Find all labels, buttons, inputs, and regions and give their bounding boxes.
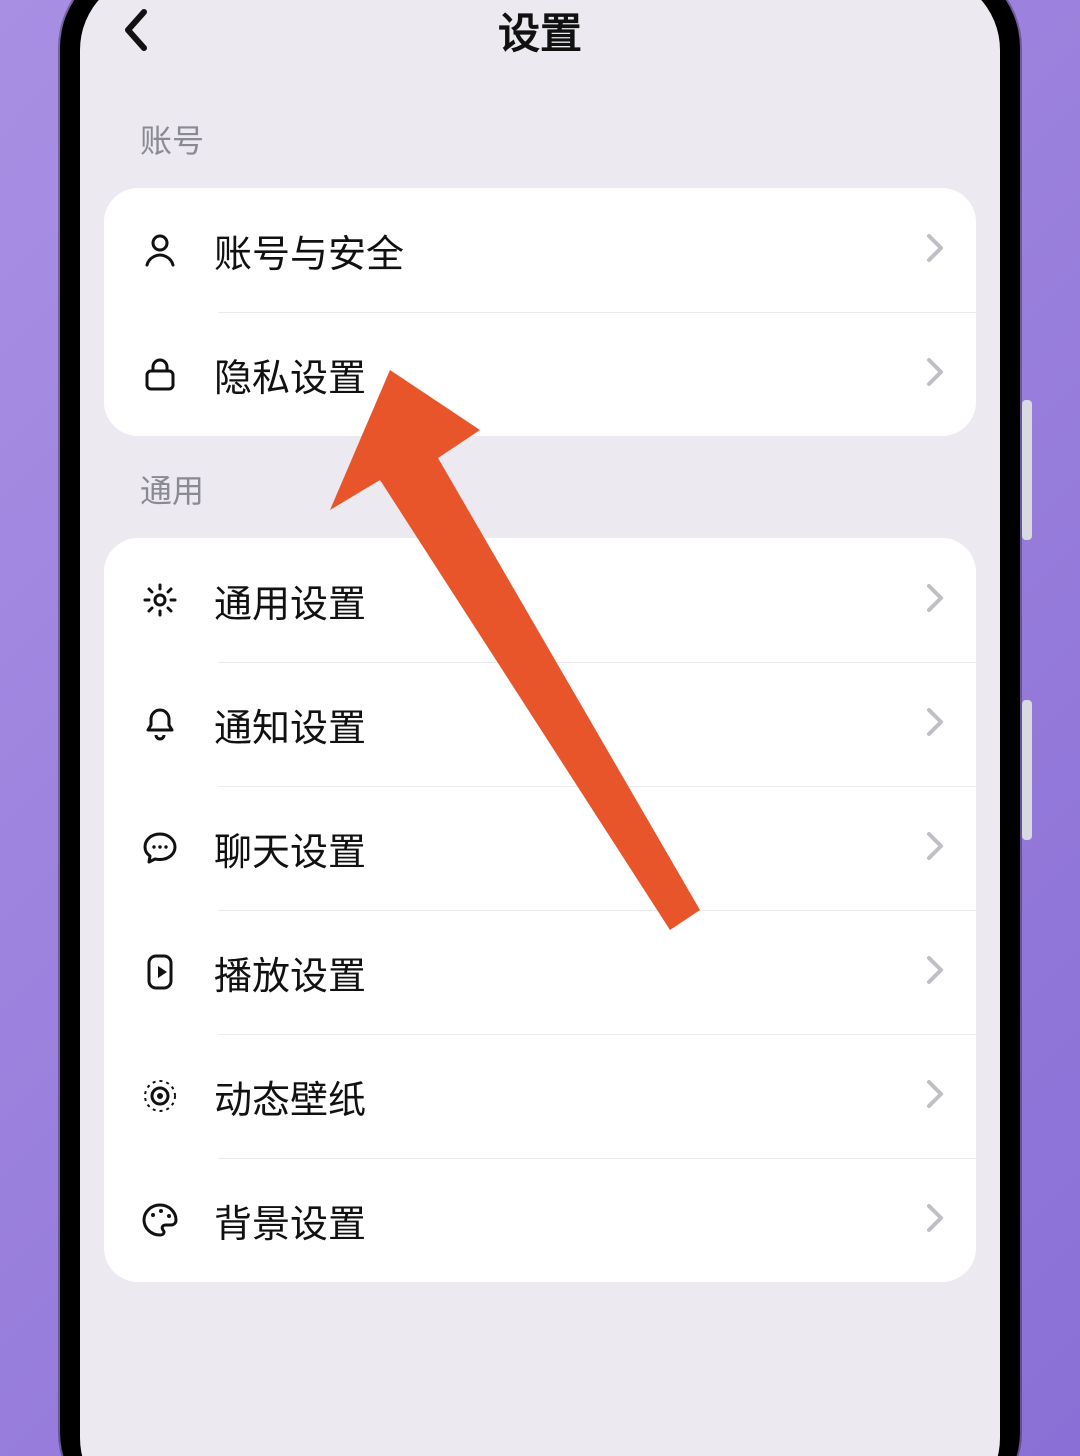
section-label-account: 账号 (80, 86, 1000, 188)
section-label-general: 通用 (80, 436, 1000, 538)
row-background-settings[interactable]: 背景设置 (104, 1158, 976, 1282)
chevron-right-icon (926, 1079, 944, 1114)
row-privacy-settings[interactable]: 隐私设置 (104, 312, 976, 436)
row-label: 播放设置 (214, 945, 926, 1000)
chevron-left-icon (122, 8, 150, 52)
header: 设置 (80, 0, 1000, 86)
chevron-right-icon (926, 707, 944, 742)
device-icon (140, 952, 180, 992)
row-account-security[interactable]: 账号与安全 (104, 188, 976, 312)
gear-icon (140, 580, 180, 620)
chevron-right-icon (926, 233, 944, 268)
chevron-right-icon (926, 1203, 944, 1238)
phone-side-button (1022, 400, 1032, 540)
section-card-general: 通用设置 通知设置 聊天设置 (104, 538, 976, 1282)
row-notification-settings[interactable]: 通知设置 (104, 662, 976, 786)
row-label: 账号与安全 (214, 223, 926, 278)
person-icon (140, 230, 180, 270)
section-card-account: 账号与安全 隐私设置 (104, 188, 976, 436)
screen: 设置 账号 账号与安全 隐私设置 (80, 0, 1000, 1456)
row-label: 动态壁纸 (214, 1069, 926, 1124)
chevron-right-icon (926, 831, 944, 866)
chat-icon (140, 828, 180, 868)
row-label: 聊天设置 (214, 821, 926, 876)
wallpaper: 设置 账号 账号与安全 隐私设置 (0, 0, 1080, 1456)
row-label: 通用设置 (214, 573, 926, 628)
row-chat-settings[interactable]: 聊天设置 (104, 786, 976, 910)
page-title: 设置 (498, 0, 582, 61)
chevron-right-icon (926, 357, 944, 392)
chevron-right-icon (926, 955, 944, 990)
row-label: 通知设置 (214, 697, 926, 752)
chevron-right-icon (926, 583, 944, 618)
target-icon (140, 1076, 180, 1116)
back-button[interactable] (114, 8, 158, 52)
phone-side-button (1022, 700, 1032, 840)
row-playback-settings[interactable]: 播放设置 (104, 910, 976, 1034)
palette-icon (140, 1200, 180, 1240)
bell-icon (140, 704, 180, 744)
row-general-settings[interactable]: 通用设置 (104, 538, 976, 662)
row-label: 隐私设置 (214, 347, 926, 402)
row-label: 背景设置 (214, 1193, 926, 1248)
lock-icon (140, 354, 180, 394)
row-dynamic-wallpaper[interactable]: 动态壁纸 (104, 1034, 976, 1158)
